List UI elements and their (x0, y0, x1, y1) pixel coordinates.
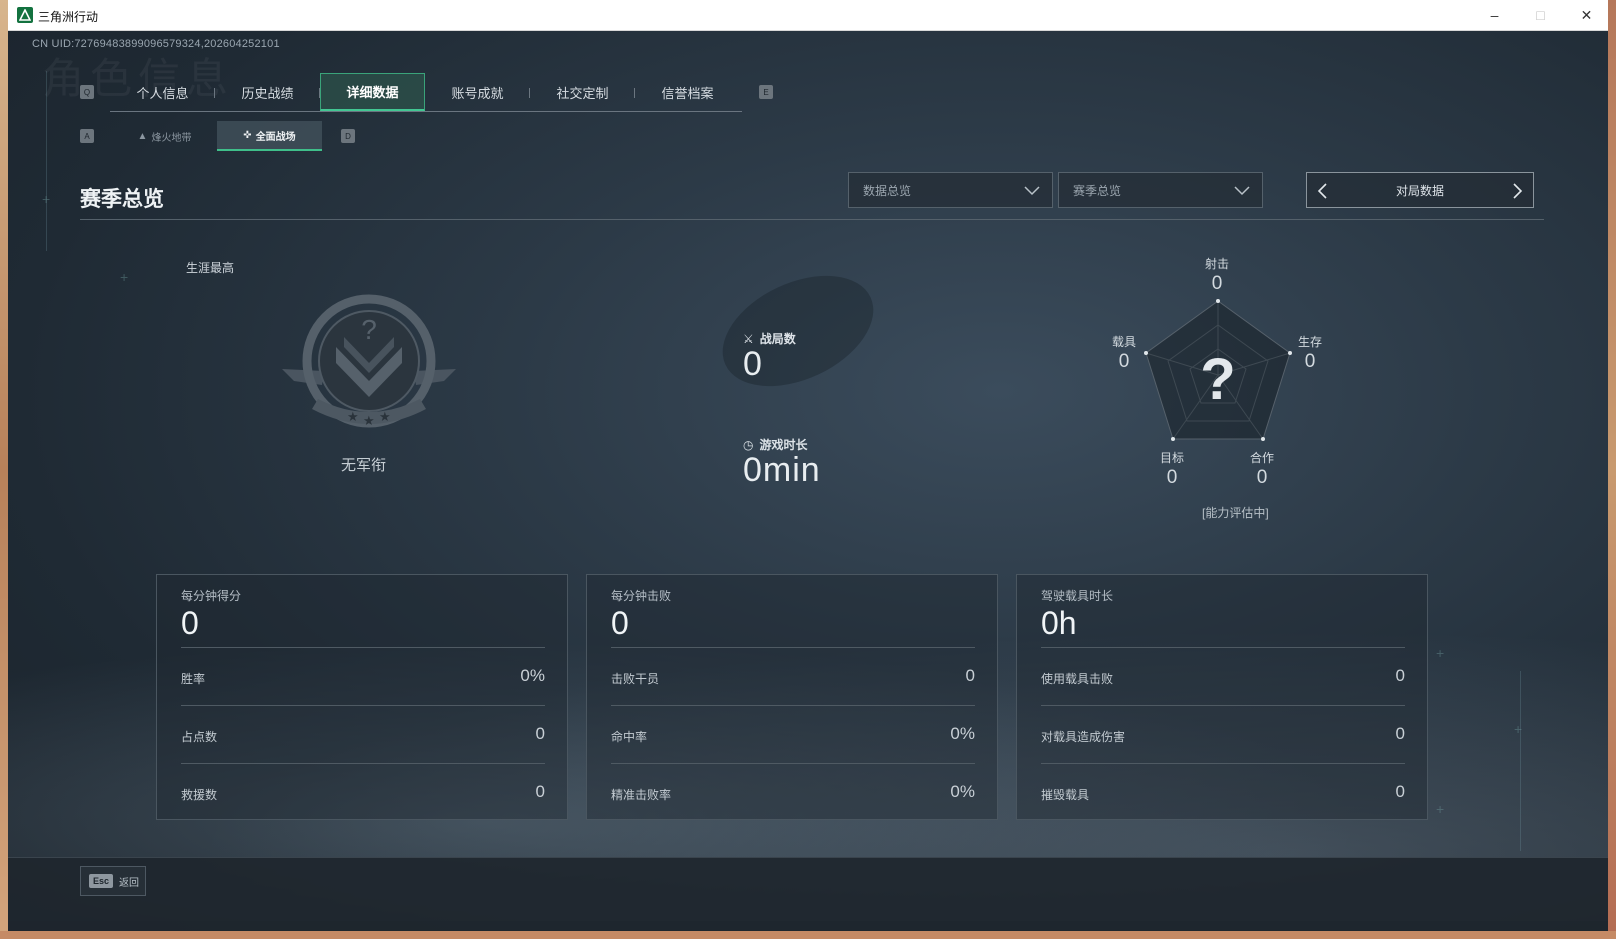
radar-label-shooting: 射击 (1204, 257, 1229, 271)
key-hint-next-subtab[interactable]: D (341, 129, 355, 143)
close-button[interactable]: ✕ (1564, 0, 1608, 30)
flame-icon: ▲ (137, 130, 148, 142)
stat-row: 占点数 0 (181, 705, 545, 763)
chevron-down-icon (1234, 186, 1250, 196)
tab-reputation[interactable]: 信誉档案 (635, 73, 740, 111)
app-window: 三角洲行动 – □ ✕ 角色信息 + + + + + CN UID:727694… (8, 0, 1608, 931)
key-hint-prev-tab[interactable]: Q (80, 85, 94, 99)
player-uid: CN UID:7276948389909657932​4,20260425210… (32, 38, 280, 50)
next-arrow-icon[interactable] (1511, 181, 1525, 201)
kill-stats-card: 每分钟击败 0 击败干员 0 命中率 0% 精准击败率 0% (586, 574, 998, 820)
clock-icon: ◷ (743, 437, 754, 452)
svg-text:?: ? (361, 314, 377, 345)
rank-emblem-icon: ? ★ ★ ★ (282, 294, 456, 428)
radar-value-survival: 0 (1304, 351, 1316, 372)
radar-value-vehicle: 0 (1118, 351, 1130, 372)
section-divider (80, 219, 1544, 220)
back-label: 返回 (119, 877, 140, 889)
stat-row: 击败干员 0 (611, 647, 975, 705)
tab-detailed-data[interactable]: 详细数据 (320, 73, 425, 111)
stat-row: 精准击败率 0% (611, 763, 975, 821)
esc-key-icon: Esc (89, 874, 114, 888)
stat-row: 救援数 0 (181, 763, 545, 821)
radar-value-objective: 0 (1166, 467, 1178, 488)
background-dish (705, 253, 891, 409)
window-title: 三角洲行动 (38, 10, 99, 24)
svg-text:★: ★ (379, 409, 391, 424)
rank-name: 无军衔 (341, 457, 387, 474)
minimize-button[interactable]: – (1472, 0, 1517, 30)
main-content: 角色信息 + + + + + CN UID:727694838990965793… (8, 31, 1608, 931)
career-best-label: 生涯最高 (186, 261, 235, 275)
app-logo-icon (17, 7, 33, 23)
stat-row: 命中率 0% (611, 705, 975, 763)
back-button[interactable]: Esc 返回 (80, 866, 146, 896)
stat-row: 使用载具击败 0 (1041, 647, 1405, 705)
subtab-hazard-zone[interactable]: ▲ 烽火地带 (112, 121, 217, 151)
radar-label-vehicle: 载具 (1111, 335, 1136, 349)
pager-label: 对局数据 (1395, 183, 1444, 198)
radar-label-survival: 生存 (1297, 335, 1322, 349)
key-hint-prev-subtab[interactable]: A (80, 129, 94, 143)
crossed-swords-icon: ⚔ (743, 331, 754, 346)
battlefield-icon: ✜ (243, 129, 252, 141)
radar-status-note: [能力评估中] (1202, 506, 1269, 520)
radar-value-shooting: 0 (1211, 273, 1223, 294)
prev-arrow-icon[interactable] (1315, 181, 1329, 201)
tab-social[interactable]: 社交定制 (530, 73, 635, 111)
chevron-down-icon (1024, 186, 1040, 196)
vehicle-stats-card: 驾驶载具时长 0h 使用载具击败 0 对载具造成伤害 0 摧毁载具 0 (1016, 574, 1428, 820)
subtab-full-battlefield[interactable]: ✜ 全面战场 (217, 121, 322, 151)
title-bar: 三角洲行动 – □ ✕ (8, 0, 1608, 31)
radar-center-glyph: ? (1200, 347, 1235, 412)
stat-row: 胜率 0% (181, 647, 545, 705)
stat-row: 摧毁载具 0 (1041, 763, 1405, 821)
main-tabs: 个人信息 历史战绩 详细数据 账号成就 社交定制 信誉档案 (110, 73, 742, 112)
radar-label-objective: 目标 (1159, 451, 1184, 465)
radar-label-cooperation: 合作 (1249, 451, 1274, 465)
section-title: 赛季总览 (80, 188, 164, 211)
season-dropdown[interactable]: 赛季总览 (1058, 172, 1263, 208)
score-stats-card: 每分钟得分 0 胜率 0% 占点数 0 救援数 0 (156, 574, 568, 820)
bottom-bar (8, 857, 1608, 931)
tab-history[interactable]: 历史战绩 (215, 73, 320, 111)
playtime-value: 0min (743, 451, 821, 489)
tab-personal-info[interactable]: 个人信息 (110, 73, 215, 111)
key-hint-next-tab[interactable]: E (759, 85, 773, 99)
data-overview-dropdown[interactable]: 数据总览 (848, 172, 1053, 208)
svg-text:★: ★ (363, 413, 375, 428)
matches-value: 0 (743, 345, 763, 383)
radar-value-cooperation: 0 (1256, 467, 1268, 488)
match-data-pager: 对局数据 (1306, 172, 1534, 208)
mode-subtabs: ▲ 烽火地带 ✜ 全面战场 (112, 121, 322, 151)
stat-row: 对载具造成伤害 0 (1041, 705, 1405, 763)
tab-achievements[interactable]: 账号成就 (425, 73, 530, 111)
maximize-button[interactable]: □ (1518, 0, 1563, 30)
svg-text:★: ★ (347, 409, 359, 424)
